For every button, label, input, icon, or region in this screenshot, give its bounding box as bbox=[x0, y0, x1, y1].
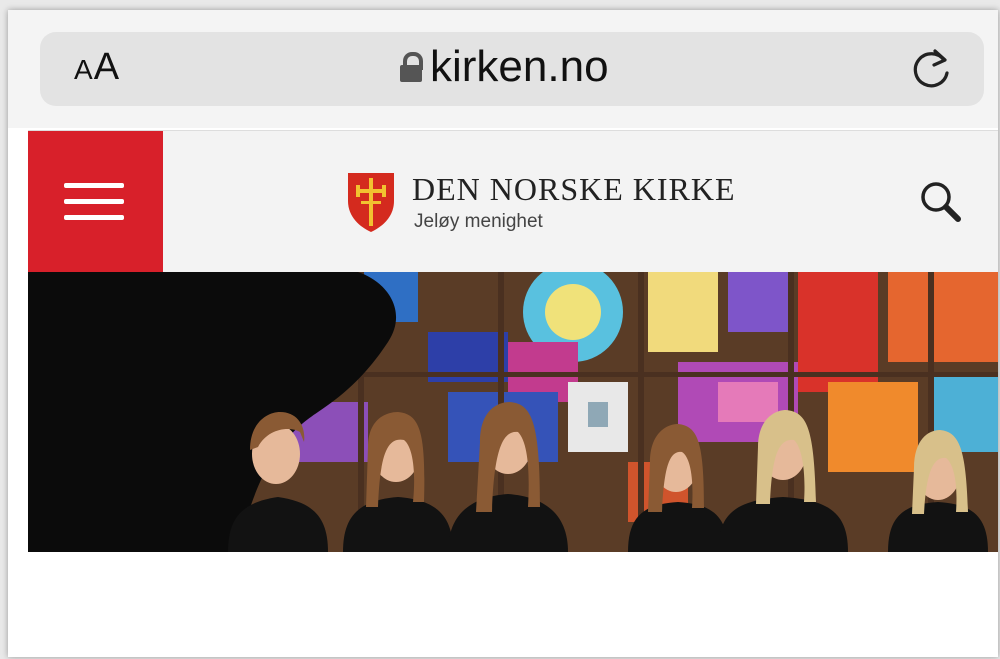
browser-toolbar: AA kirken.no bbox=[8, 10, 998, 128]
text-size-small-label: A bbox=[74, 54, 94, 85]
address-bar[interactable]: AA kirken.no bbox=[40, 32, 984, 106]
search-icon[interactable] bbox=[916, 177, 964, 225]
menu-bar-bottom bbox=[64, 215, 124, 220]
church-cross-shield-icon[interactable] bbox=[346, 171, 396, 233]
menu-bar-top bbox=[64, 183, 124, 188]
brand-name[interactable]: DEN NORSKE KIRKE bbox=[412, 171, 736, 208]
reload-icon[interactable] bbox=[908, 46, 954, 92]
hero-image bbox=[28, 272, 998, 552]
text-size-large-label: A bbox=[93, 46, 121, 88]
parish-name: Jeløy menighet bbox=[414, 211, 543, 232]
browser-frame: AA kirken.no DEN NORSKE KIRKE Jeløy meni… bbox=[8, 10, 998, 657]
url-text: kirken.no bbox=[430, 42, 609, 91]
lock-icon bbox=[400, 52, 423, 82]
site-header: DEN NORSKE KIRKE Jeløy menighet bbox=[28, 130, 998, 273]
url-display[interactable]: kirken.no bbox=[400, 42, 609, 92]
menu-button[interactable] bbox=[28, 131, 163, 273]
menu-bar-middle bbox=[64, 199, 124, 204]
choir-stained-glass-photo bbox=[28, 272, 998, 552]
text-size-button[interactable]: AA bbox=[74, 46, 120, 89]
